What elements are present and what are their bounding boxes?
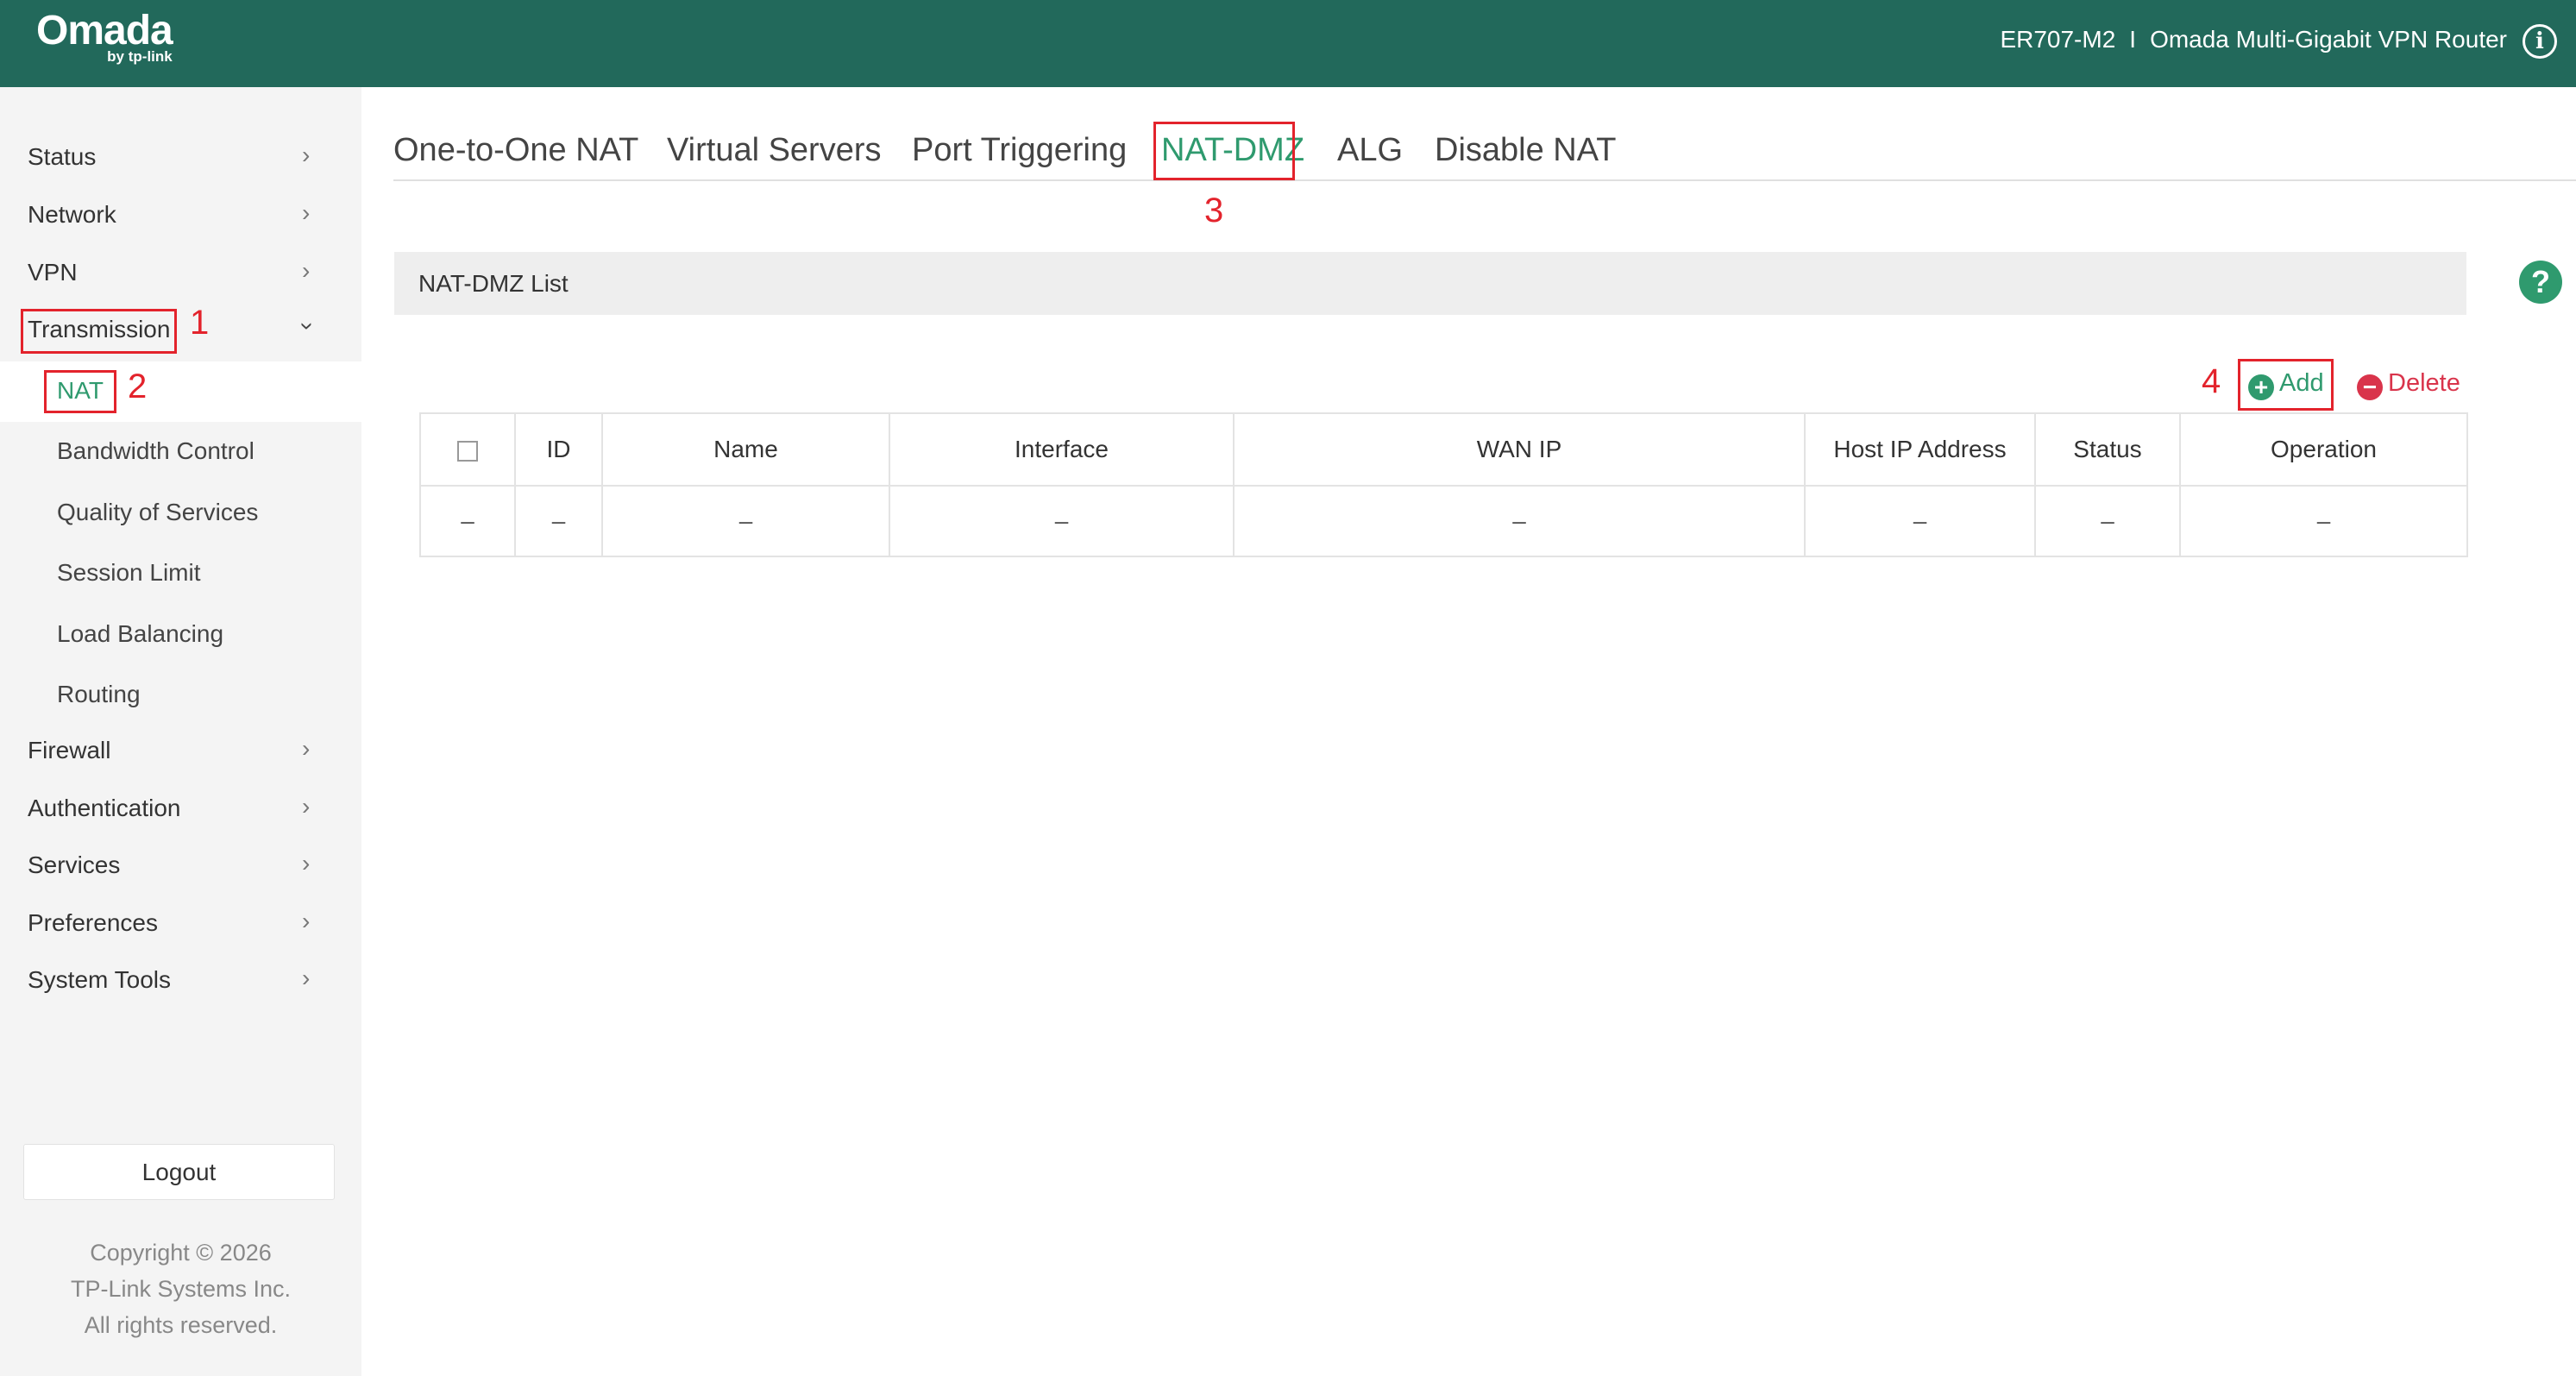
chevron-right-icon: ›: [302, 199, 311, 226]
chevron-right-icon: ›: [302, 141, 311, 168]
sidebar-item-label: Firewall: [28, 737, 111, 763]
sidebar-subitem-routing[interactable]: Routing: [0, 665, 361, 726]
tab-port-triggering[interactable]: Port Triggering: [912, 132, 1127, 169]
nat-dmz-table: ID Name Interface WAN IP Host IP Address…: [419, 412, 2468, 557]
sidebar-item-authentication[interactable]: Authentication ›: [0, 781, 361, 838]
select-all-cell: [419, 412, 516, 487]
chevron-right-icon: ›: [302, 735, 311, 762]
help-icon[interactable]: ?: [2519, 261, 2562, 304]
chevron-right-icon: ›: [302, 793, 311, 820]
tab-alg[interactable]: ALG: [1337, 132, 1403, 169]
chevron-down-icon: ›: [294, 322, 322, 330]
plus-circle-icon: +: [2248, 374, 2274, 400]
sidebar-subitem-label: Routing: [57, 681, 141, 707]
table-cell: –: [2179, 485, 2468, 557]
column-header-operation: Operation: [2179, 412, 2468, 487]
table-cell: –: [889, 485, 1235, 557]
sidebar-item-status[interactable]: Status ›: [0, 129, 361, 186]
sidebar-item-services[interactable]: Services ›: [0, 838, 361, 895]
annotation-box-nat-dmz: [1153, 122, 1295, 180]
column-header-host-ip: Host IP Address: [1804, 412, 2036, 487]
sidebar-subitem-bandwidth-control[interactable]: Bandwidth Control: [0, 422, 361, 482]
logout-button[interactable]: Logout: [23, 1144, 335, 1200]
copyright-line: Copyright © 2026: [90, 1240, 272, 1266]
column-header-id: ID: [514, 412, 603, 487]
top-header: Omada by tp-link ER707-M2 I Omada Multi-Gi…: [0, 0, 2576, 87]
annotation-number-2: 2: [128, 368, 148, 405]
tab-disable-nat[interactable]: Disable NAT: [1435, 132, 1616, 169]
tab-virtual-servers[interactable]: Virtual Servers: [667, 132, 882, 169]
nat-dmz-list-header: NAT-DMZ List: [394, 252, 2466, 315]
column-header-interface: Interface: [889, 412, 1235, 487]
copyright-rights: All rights reserved.: [84, 1312, 278, 1338]
sidebar-item-system-tools[interactable]: System Tools ›: [0, 952, 361, 1009]
add-button[interactable]: + Add: [2248, 369, 2324, 400]
logo-text: Omada: [36, 8, 173, 53]
sidebar-subitem-label: Bandwidth Control: [57, 437, 254, 464]
device-info: ER707-M2 I Omada Multi-Gigabit VPN Router: [2000, 26, 2507, 53]
device-model: ER707-M2: [2000, 26, 2116, 53]
nat-tab-bar: One-to-One NAT Virtual Servers Port Trig…: [393, 125, 2576, 181]
table-cell: –: [419, 485, 516, 557]
sidebar-item-vpn[interactable]: VPN ›: [0, 245, 361, 302]
minus-circle-icon: −: [2357, 374, 2383, 400]
list-title: NAT-DMZ List: [418, 270, 569, 297]
delete-button[interactable]: − Delete: [2357, 369, 2460, 400]
copyright-text: Copyright © 2026 TP-Link Systems Inc. Al…: [0, 1235, 361, 1343]
chevron-right-icon: ›: [302, 850, 311, 876]
tab-one-to-one-nat[interactable]: One-to-One NAT: [393, 132, 638, 169]
annotation-number-3: 3: [1204, 192, 1224, 229]
info-circle-icon[interactable]: i: [2523, 24, 2557, 59]
delete-label: Delete: [2388, 369, 2460, 397]
sidebar-item-label: Status: [28, 143, 97, 170]
chevron-right-icon: ›: [302, 908, 311, 934]
sidebar-subitem-load-balancing[interactable]: Load Balancing: [0, 605, 361, 665]
sidebar-subitem-quality-of-services[interactable]: Quality of Services: [0, 483, 361, 543]
column-header-wan-ip: WAN IP: [1233, 412, 1806, 487]
sidebar-subitem-session-limit[interactable]: Session Limit: [0, 543, 361, 604]
annotation-number-4: 4: [2202, 362, 2221, 400]
sidebar-item-label: VPN: [28, 259, 78, 286]
annotation-box-nat: [44, 370, 116, 413]
table-header-row: ID Name Interface WAN IP Host IP Address…: [419, 412, 2468, 487]
sidebar: Status › Network › VPN › Transmission › …: [0, 87, 361, 1376]
table-cell: –: [1233, 485, 1806, 557]
table-cell: –: [1804, 485, 2036, 557]
sidebar-subitem-label: Session Limit: [57, 559, 201, 586]
sidebar-item-firewall[interactable]: Firewall ›: [0, 723, 361, 780]
chevron-right-icon: ›: [302, 964, 311, 991]
sidebar-item-label: Authentication: [28, 795, 181, 821]
table-row: – – – – – – – –: [419, 485, 2468, 557]
sidebar-subitem-label: Load Balancing: [57, 620, 224, 647]
add-label: Add: [2279, 369, 2324, 397]
annotation-number-1: 1: [190, 304, 210, 342]
sidebar-item-label: Network: [28, 201, 116, 228]
sidebar-subitem-label: Quality of Services: [57, 499, 259, 525]
omada-logo[interactable]: Omada by tp-link: [36, 8, 173, 65]
chevron-right-icon: ›: [302, 257, 311, 284]
device-separator: I: [2129, 26, 2137, 53]
column-header-status: Status: [2034, 412, 2181, 487]
table-cell: –: [2034, 485, 2181, 557]
table-cell: –: [601, 485, 890, 557]
table-cell: –: [514, 485, 603, 557]
sidebar-item-label: Services: [28, 851, 121, 878]
copyright-company: TP-Link Systems Inc.: [70, 1276, 292, 1302]
select-all-checkbox[interactable]: [457, 440, 478, 462]
sidebar-item-preferences[interactable]: Preferences ›: [0, 895, 361, 952]
column-header-name: Name: [601, 412, 890, 487]
device-product: Omada Multi-Gigabit VPN Router: [2150, 26, 2507, 53]
annotation-box-transmission: [21, 309, 177, 354]
sidebar-item-network[interactable]: Network ›: [0, 187, 361, 244]
sidebar-item-label: Preferences: [28, 909, 158, 936]
sidebar-item-label: System Tools: [28, 966, 171, 993]
